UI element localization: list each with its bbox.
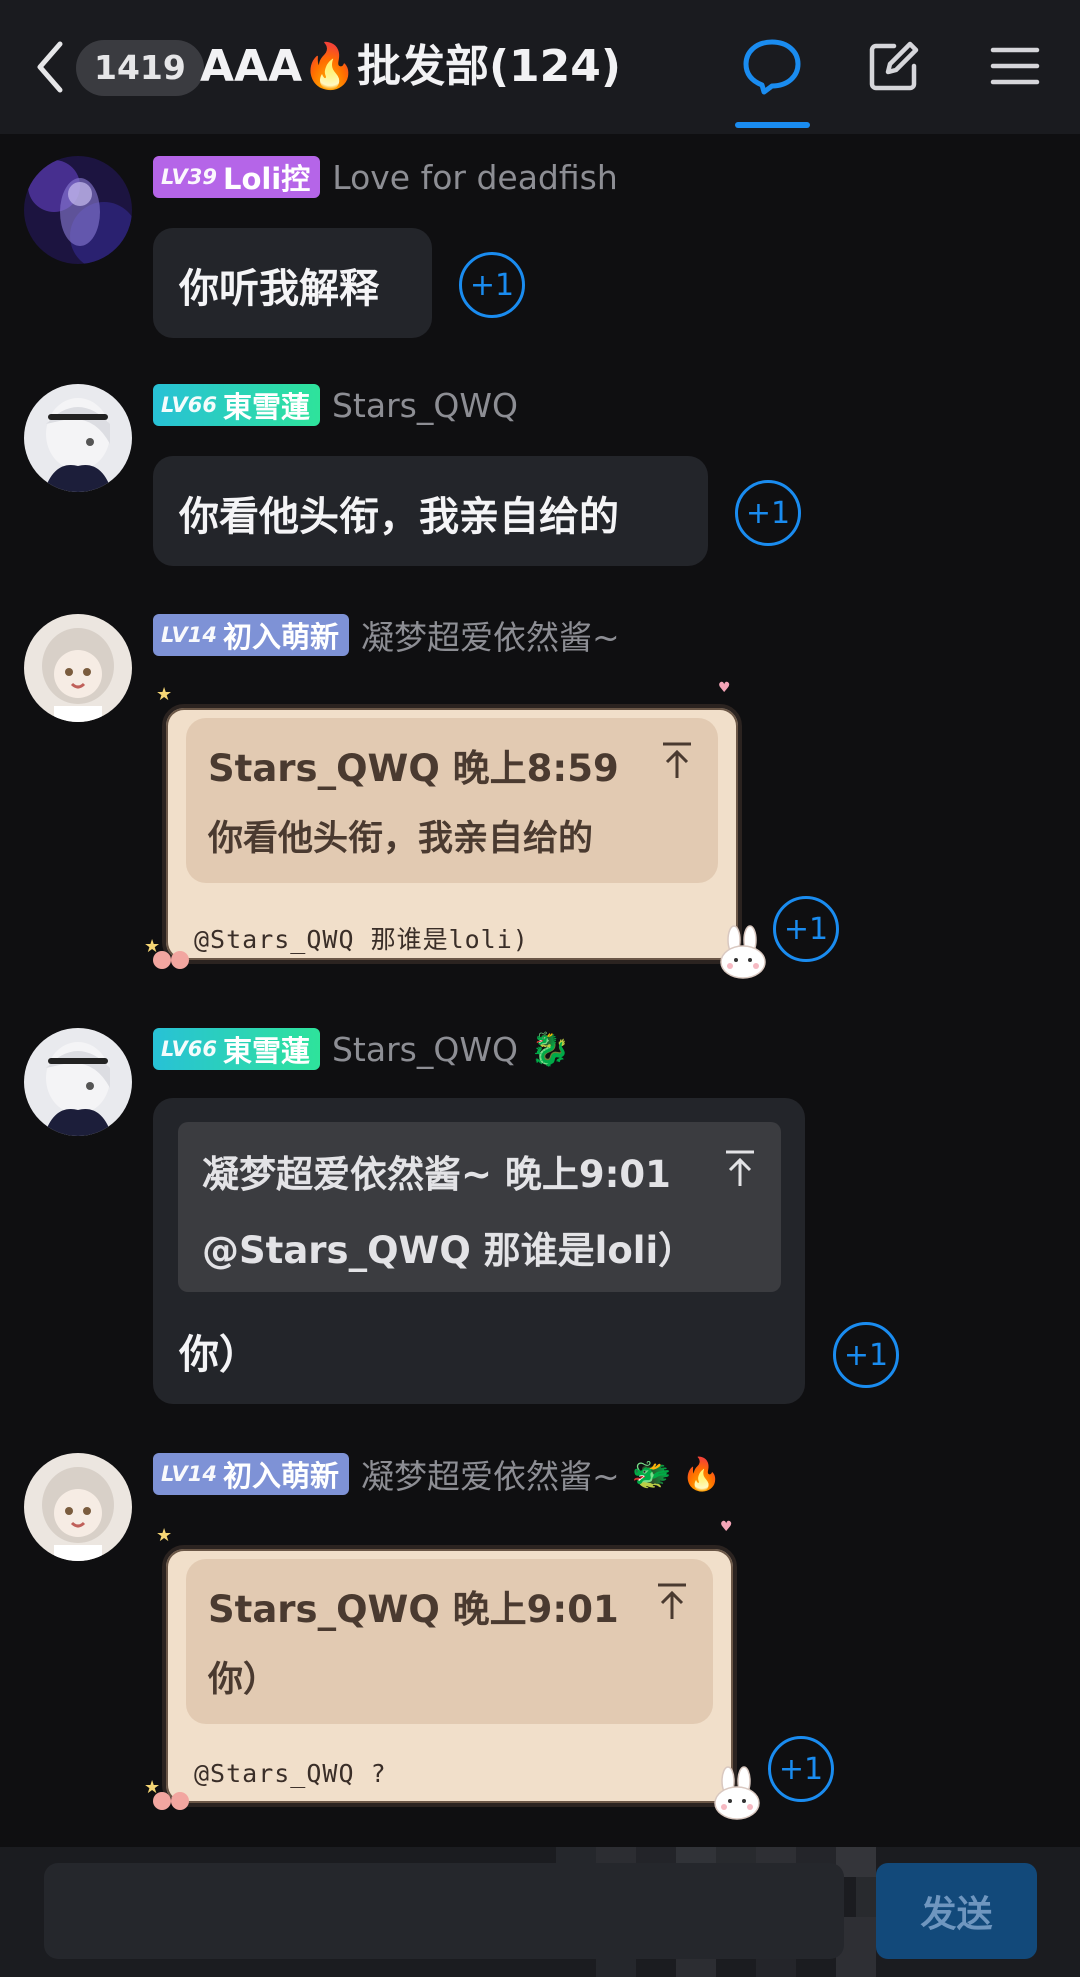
username[interactable]: Love for deadfish xyxy=(332,158,618,197)
unread-count-badge[interactable]: 1419 xyxy=(76,40,204,96)
message-text: 你） xyxy=(179,1332,259,1378)
peach-icon xyxy=(153,951,189,969)
quote-header: 凝梦超爱依然酱~ 晚上9:01 xyxy=(202,1153,671,1196)
chat-bubble-icon xyxy=(743,39,801,95)
level-label: LV39 xyxy=(161,165,217,189)
plus-one-button[interactable]: +1 xyxy=(833,1322,899,1388)
username[interactable]: 凝梦超爱依然酱~ xyxy=(361,611,620,659)
plus-one-button[interactable]: +1 xyxy=(735,480,801,546)
bunny-icon xyxy=(720,925,766,979)
heart-icon: ♥ xyxy=(720,1519,733,1535)
avatar[interactable] xyxy=(24,614,132,722)
title-badge[interactable]: LV66 東雪蓮 xyxy=(153,384,320,426)
send-button[interactable]: 发送 xyxy=(876,1863,1037,1959)
sender-row: LV66 東雪蓮 Stars_QWQ xyxy=(153,384,518,426)
bunny-icon xyxy=(714,1766,760,1820)
plus-one-button[interactable]: +1 xyxy=(768,1736,834,1802)
title-label: 初入萌新 xyxy=(222,620,339,654)
top-bar: 1419 AAA🔥批发部(124) xyxy=(0,0,1080,134)
quoted-message[interactable]: Stars_QWQ 晚上9:01 你） xyxy=(186,1559,713,1724)
username[interactable]: Stars_QWQ xyxy=(332,1030,518,1069)
message-text: @Stars_QWQ 那谁是loli) xyxy=(194,925,529,954)
avatar[interactable] xyxy=(24,1453,132,1561)
edit-icon xyxy=(869,41,919,91)
heart-icon: ♥ xyxy=(718,680,731,696)
sender-row: LV66 東雪蓮 Stars_QWQ 🐉 xyxy=(153,1028,570,1070)
quote-text: 你看他头衔，我亲自给的 xyxy=(208,819,594,859)
sender-row: LV14 初入萌新 凝梦超爱依然酱~ xyxy=(153,611,620,659)
title-badge[interactable]: LV14 初入萌新 xyxy=(153,614,349,656)
sparkle-icon: ★ xyxy=(156,1525,173,1546)
title-label: Loli控 xyxy=(222,162,311,196)
peach-icon xyxy=(153,1792,189,1810)
chevron-left-icon[interactable] xyxy=(30,38,72,96)
username[interactable]: 凝梦超爱依然酱~ xyxy=(361,1450,620,1498)
edit-button[interactable] xyxy=(858,30,930,102)
level-label: LV14 xyxy=(161,1462,217,1486)
plus-one-button[interactable]: +1 xyxy=(773,896,839,962)
quote-text: @Stars_QWQ 那谁是loli） xyxy=(202,1229,696,1272)
menu-button[interactable] xyxy=(979,30,1051,102)
quoted-message[interactable]: Stars_QWQ 晚上8:59 你看他头衔，我亲自给的 xyxy=(186,718,718,883)
quote-header: Stars_QWQ 晚上9:01 xyxy=(208,1588,619,1631)
message-text: @Stars_QWQ ? xyxy=(194,1759,387,1788)
quoted-message[interactable]: 凝梦超爱依然酱~ 晚上9:01 @Stars_QWQ 那谁是loli） xyxy=(178,1122,781,1292)
group-title[interactable]: AAA🔥批发部(124) xyxy=(200,36,621,98)
sender-row: LV14 初入萌新 凝梦超爱依然酱~ 🐲 🔥 xyxy=(153,1450,722,1498)
composer-bar: 发送 xyxy=(0,1847,1080,1977)
message-text: 你看他头衔，我亲自给的 xyxy=(179,494,619,540)
title-badge[interactable]: LV66 東雪蓮 xyxy=(153,1028,320,1070)
sender-row: LV39 Loli控 Love for deadfish xyxy=(153,156,618,198)
title-label: 東雪蓮 xyxy=(222,390,310,424)
decorated-message-bubble[interactable]: Stars_QWQ 晚上8:59 你看他头衔，我亲自给的 @Stars_QWQ … xyxy=(162,704,742,964)
badge-emoji-icons: 🐲 🔥 xyxy=(631,1455,722,1493)
active-tab-indicator xyxy=(735,122,810,128)
decorated-message-bubble[interactable]: Stars_QWQ 晚上9:01 你） @Stars_QWQ ? xyxy=(162,1545,737,1807)
jump-to-quote-icon[interactable] xyxy=(660,740,694,780)
title-badge[interactable]: LV39 Loli控 xyxy=(153,156,321,198)
sparkle-icon: ★ xyxy=(156,684,173,705)
quote-text: 你） xyxy=(208,1660,279,1700)
message-bubble[interactable]: 你看他头衔，我亲自给的 xyxy=(153,456,708,566)
level-label: LV66 xyxy=(161,393,217,417)
level-label: LV14 xyxy=(161,623,217,647)
jump-to-quote-icon[interactable] xyxy=(723,1148,757,1188)
message-bubble[interactable]: 凝梦超爱依然酱~ 晚上9:01 @Stars_QWQ 那谁是loli） 你） xyxy=(153,1098,805,1404)
message-input[interactable] xyxy=(44,1863,844,1959)
chat-tab-button[interactable] xyxy=(736,30,808,102)
message-bubble[interactable]: 你听我解释 xyxy=(153,228,432,338)
avatar[interactable] xyxy=(24,1028,132,1136)
jump-to-quote-icon[interactable] xyxy=(655,1581,689,1621)
hamburger-menu-icon xyxy=(990,47,1040,85)
avatar[interactable] xyxy=(24,384,132,492)
title-badge[interactable]: LV14 初入萌新 xyxy=(153,1453,349,1495)
avatar[interactable] xyxy=(24,156,132,264)
title-label: 東雪蓮 xyxy=(222,1034,310,1068)
title-label: 初入萌新 xyxy=(222,1459,339,1493)
username[interactable]: Stars_QWQ xyxy=(332,386,518,425)
quote-header: Stars_QWQ 晚上8:59 xyxy=(208,747,619,790)
dragon-icon: 🐉 xyxy=(529,1030,570,1068)
message-text: 你听我解释 xyxy=(179,266,379,312)
plus-one-button[interactable]: +1 xyxy=(459,252,525,318)
level-label: LV66 xyxy=(161,1037,217,1061)
